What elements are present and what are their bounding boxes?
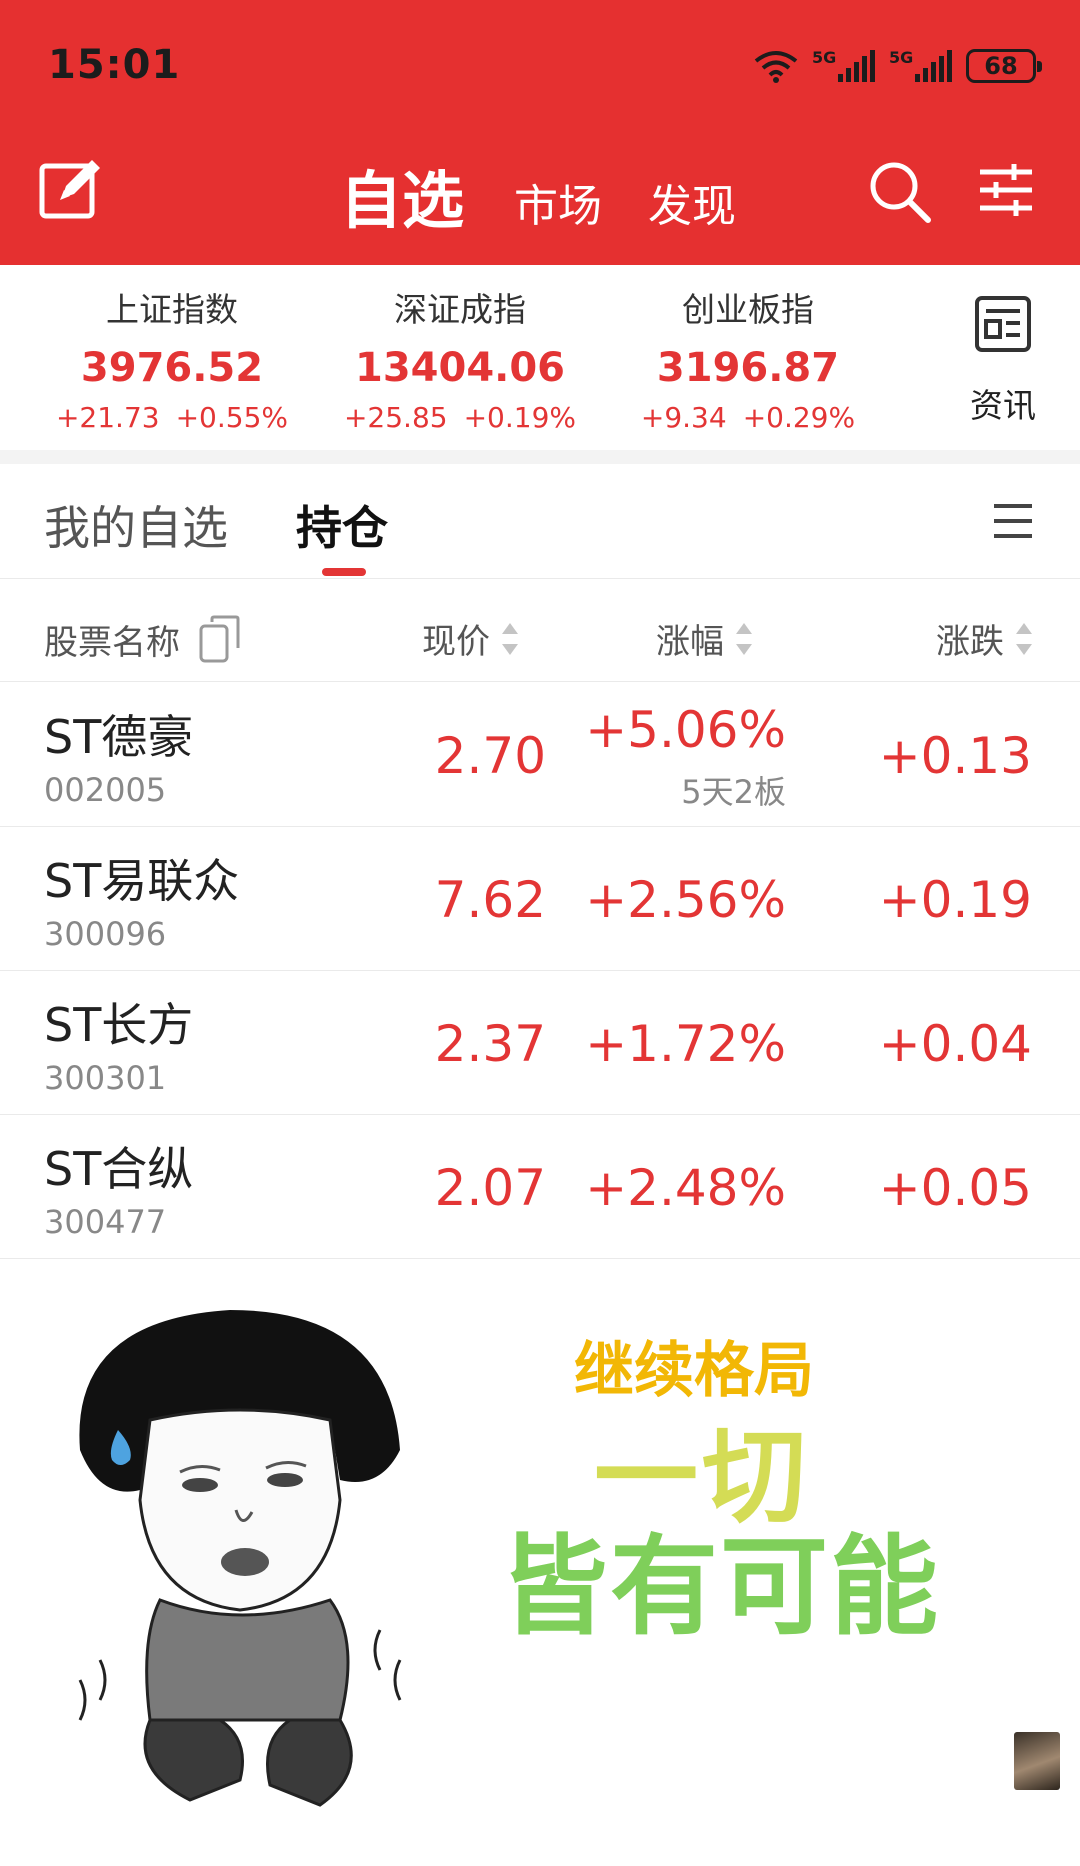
battery-icon: 68 [966,49,1042,83]
status-icons: 5G 5G 68 [754,46,1042,86]
index-card-chinext[interactable]: 创业板指 3196.87 +9.34 +0.29% [618,283,878,434]
table-row[interactable]: ST长方 300301 2.37 +1.72% +0.04 [0,971,1080,1115]
limit-up-note: 5天2板 [681,773,786,811]
floating-avatar-thumbnail[interactable] [1014,1732,1060,1790]
search-icon[interactable] [866,158,932,224]
stock-code: 002005 [44,771,167,809]
edit-icon[interactable] [38,154,106,222]
table-row[interactable]: ST易联众 300096 7.62 +2.56% +0.19 [0,827,1080,971]
wifi-icon [754,51,798,83]
meme-character-illustration [78,1310,402,1807]
index-strip: 上证指数 3976.52 +21.73 +0.55% 深证成指 13404.06 … [0,265,1080,450]
tab-holdings[interactable]: 持仓 [296,492,388,558]
index-card-shanghai[interactable]: 上证指数 3976.52 +21.73 +0.55% [42,283,302,434]
index-change: +21.73 +0.55% [55,401,289,434]
news-button[interactable]: 资讯 [962,295,1044,427]
active-tab-indicator [322,568,366,576]
meme-text-line3: 皆有可能 [500,1525,941,1650]
app-header: 15:01 5G 5G 68 自选 市场 发现 [0,0,1080,265]
sort-icon [1016,621,1032,657]
stock-change: +0.13 [878,727,1032,785]
stock-code: 300477 [44,1203,167,1241]
index-value: 3976.52 [80,345,264,391]
stock-change: +0.05 [878,1159,1032,1217]
index-change: +9.34 +0.29% [640,401,856,434]
signal-icon-sim1: 5G [812,48,875,82]
index-name: 上证指数 [106,290,238,329]
tab-my-watchlist[interactable]: 我的自选 [44,492,228,558]
stock-price: 7.62 [434,871,546,929]
stock-code: 300096 [44,915,167,953]
index-value: 13404.06 [354,345,566,391]
index-card-shenzhen[interactable]: 深证成指 13404.06 +25.85 +0.19% [330,283,590,434]
column-header-price[interactable]: 现价 [422,614,518,663]
column-header-change[interactable]: 涨跌 [936,614,1032,663]
column-header-percent[interactable]: 涨幅 [656,614,752,663]
section-divider [0,450,1080,464]
table-row[interactable]: ST合纵 300477 2.07 +2.48% +0.05 [0,1115,1080,1259]
stock-name: ST合纵 [44,1142,194,1196]
tab-market[interactable]: 市场 [514,170,602,234]
portfolio-tabs: 我的自选 持仓 [0,464,1080,579]
tab-discover[interactable]: 发现 [648,170,736,234]
status-time: 15:01 [48,42,181,88]
index-name: 创业板指 [682,290,814,329]
stock-price: 2.70 [434,727,546,785]
stock-change: +0.04 [878,1015,1032,1073]
stock-percent: +2.48% [585,1159,786,1217]
stock-percent: +5.06% [585,701,786,759]
table-row[interactable]: ST德豪 002005 2.70 +5.06% 5天2板 +0.13 [0,683,1080,827]
signal-icon-sim2: 5G [889,48,952,82]
news-icon [975,296,1031,352]
news-label: 资讯 [970,386,1036,425]
sort-icon [736,621,752,657]
stock-price: 2.07 [434,1159,546,1217]
stock-name: ST易联众 [44,854,240,908]
sort-icon [502,621,518,657]
stock-percent: +1.72% [585,1015,786,1073]
settings-sliders-icon[interactable] [978,162,1034,218]
copy-icon[interactable] [198,614,244,664]
stock-percent: +2.56% [585,871,786,929]
stock-name: ST长方 [44,998,194,1052]
menu-icon[interactable] [992,500,1034,542]
index-name: 深证成指 [394,290,526,329]
index-change: +25.85 +0.19% [343,401,577,434]
table-header: 股票名称 现价 涨幅 涨跌 [0,580,1080,682]
index-value: 3196.87 [656,345,840,391]
stock-name: ST德豪 [44,710,194,764]
column-header-name: 股票名称 [44,614,244,664]
stock-price: 2.37 [434,1015,546,1073]
tab-watchlist-main[interactable]: 自选 [340,150,464,240]
stock-change: +0.19 [878,871,1032,929]
stock-code: 300301 [44,1059,167,1097]
